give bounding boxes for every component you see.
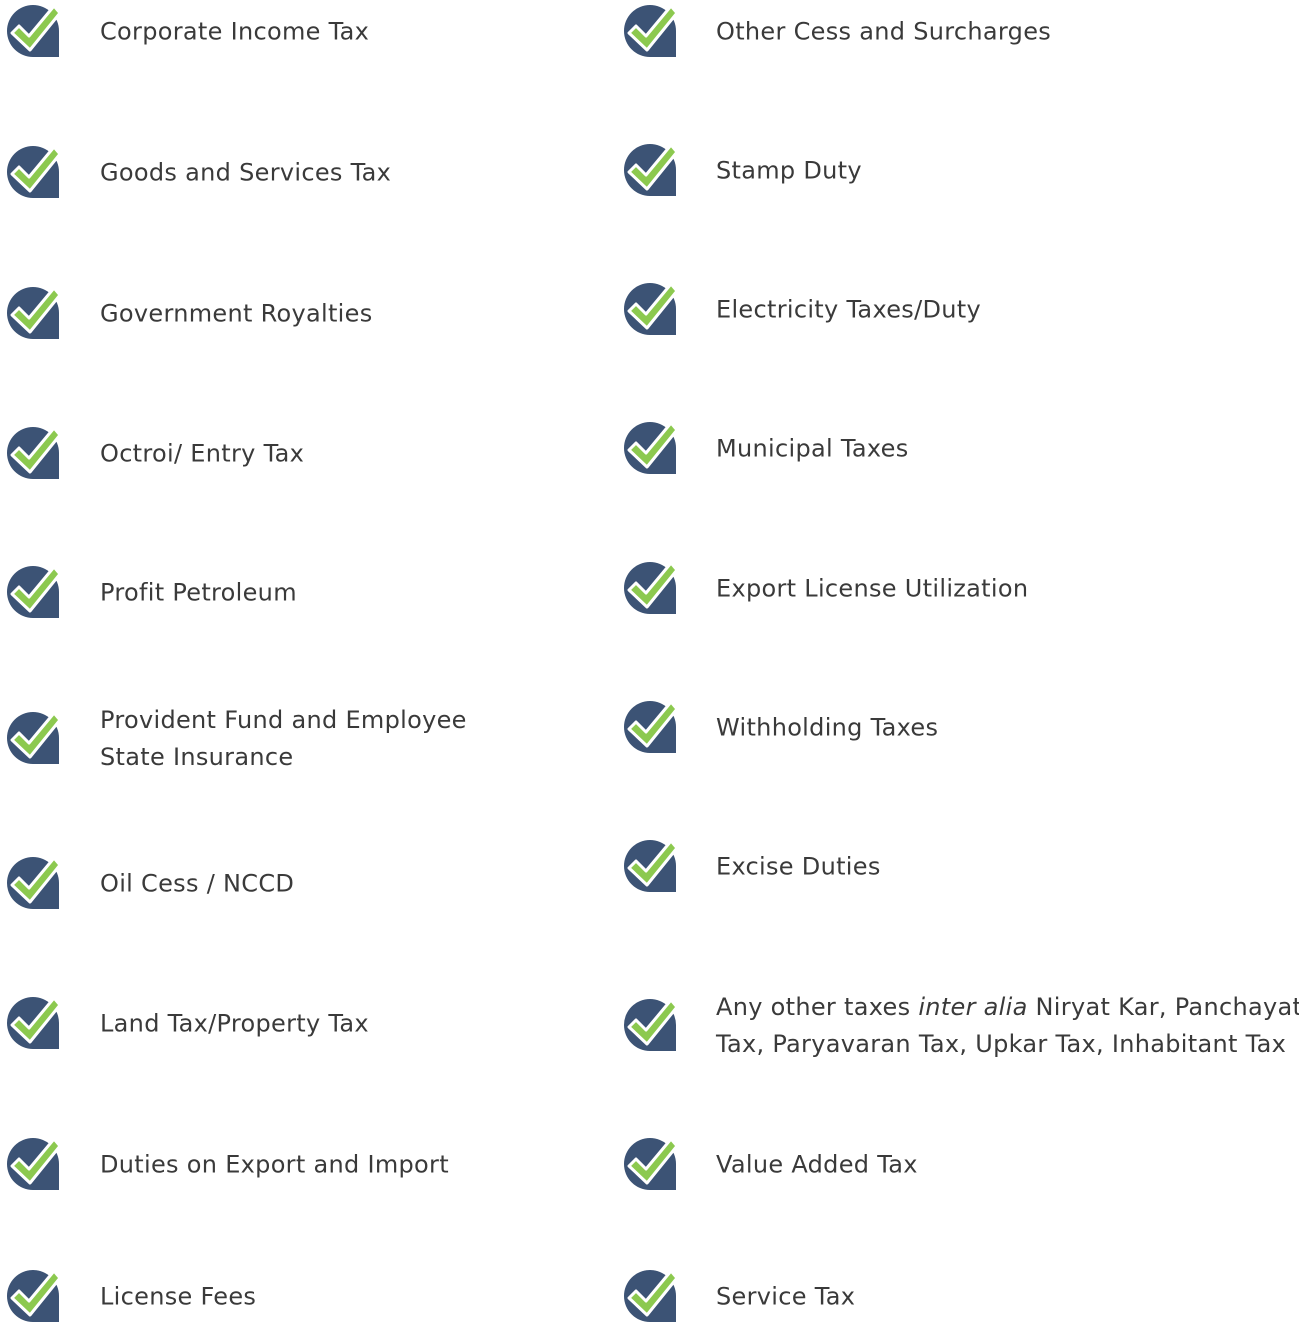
tax-item: Any other taxes inter alia Niryat Kar, P… bbox=[0, 993, 1299, 1058]
tax-item-label: Any other taxes inter alia Niryat Kar, P… bbox=[716, 989, 1299, 1063]
tax-item: Excise Duties bbox=[0, 837, 1299, 897]
check-badge-icon bbox=[622, 2, 678, 60]
label-text: Tax, Paryavaran Tax, Upkar Tax, Inhabita… bbox=[716, 1030, 1287, 1058]
check-badge-icon bbox=[622, 280, 678, 338]
label-text: Excise Duties bbox=[716, 852, 881, 881]
label-italic-text: inter alia bbox=[918, 993, 1028, 1021]
tax-item-label: Value Added Tax bbox=[716, 1147, 918, 1184]
check-badge-icon bbox=[622, 996, 678, 1054]
tax-item-label: Municipal Taxes bbox=[716, 431, 909, 468]
check-badge-icon bbox=[622, 141, 678, 199]
tax-item: Stamp Duty bbox=[0, 141, 1299, 201]
check-badge-icon bbox=[622, 559, 678, 617]
label-text: Other Cess and Surcharges bbox=[716, 17, 1052, 46]
tax-item: Value Added Tax bbox=[0, 1135, 1299, 1195]
label-text: Stamp Duty bbox=[716, 156, 862, 185]
tax-item: Municipal Taxes bbox=[0, 419, 1299, 479]
tax-item-label: Withholding Taxes bbox=[716, 710, 938, 747]
label-text: Municipal Taxes bbox=[716, 434, 909, 463]
label-text: Service Tax bbox=[716, 1282, 856, 1311]
tax-item-label: Service Tax bbox=[716, 1279, 855, 1316]
check-badge-icon bbox=[622, 419, 678, 477]
tax-item-label: Other Cess and Surcharges bbox=[716, 14, 1051, 51]
check-badge-icon bbox=[622, 837, 678, 895]
tax-item: Withholding Taxes bbox=[0, 698, 1299, 758]
tax-item-label: Stamp Duty bbox=[716, 153, 862, 190]
tax-item-label: Excise Duties bbox=[716, 849, 881, 886]
label-text: Any other taxes bbox=[716, 993, 919, 1021]
check-badge-icon bbox=[622, 1135, 678, 1193]
tax-item-label: Electricity Taxes/Duty bbox=[716, 292, 981, 329]
check-badge-icon bbox=[622, 1267, 678, 1325]
tax-item: Other Cess and Surcharges bbox=[0, 2, 1299, 62]
label-text: Electricity Taxes/Duty bbox=[716, 295, 981, 324]
check-badge-icon bbox=[622, 698, 678, 756]
label-text: Value Added Tax bbox=[716, 1150, 918, 1179]
tax-item: Service Tax bbox=[0, 1267, 1299, 1327]
tax-item: Export License Utilization bbox=[0, 559, 1299, 619]
tax-item-label: Export License Utilization bbox=[716, 571, 1028, 608]
tax-item: Electricity Taxes/Duty bbox=[0, 280, 1299, 340]
label-text: Withholding Taxes bbox=[716, 713, 939, 742]
label-text: Export License Utilization bbox=[716, 574, 1029, 603]
label-text: Niryat Kar, Panchayat bbox=[1027, 993, 1299, 1021]
